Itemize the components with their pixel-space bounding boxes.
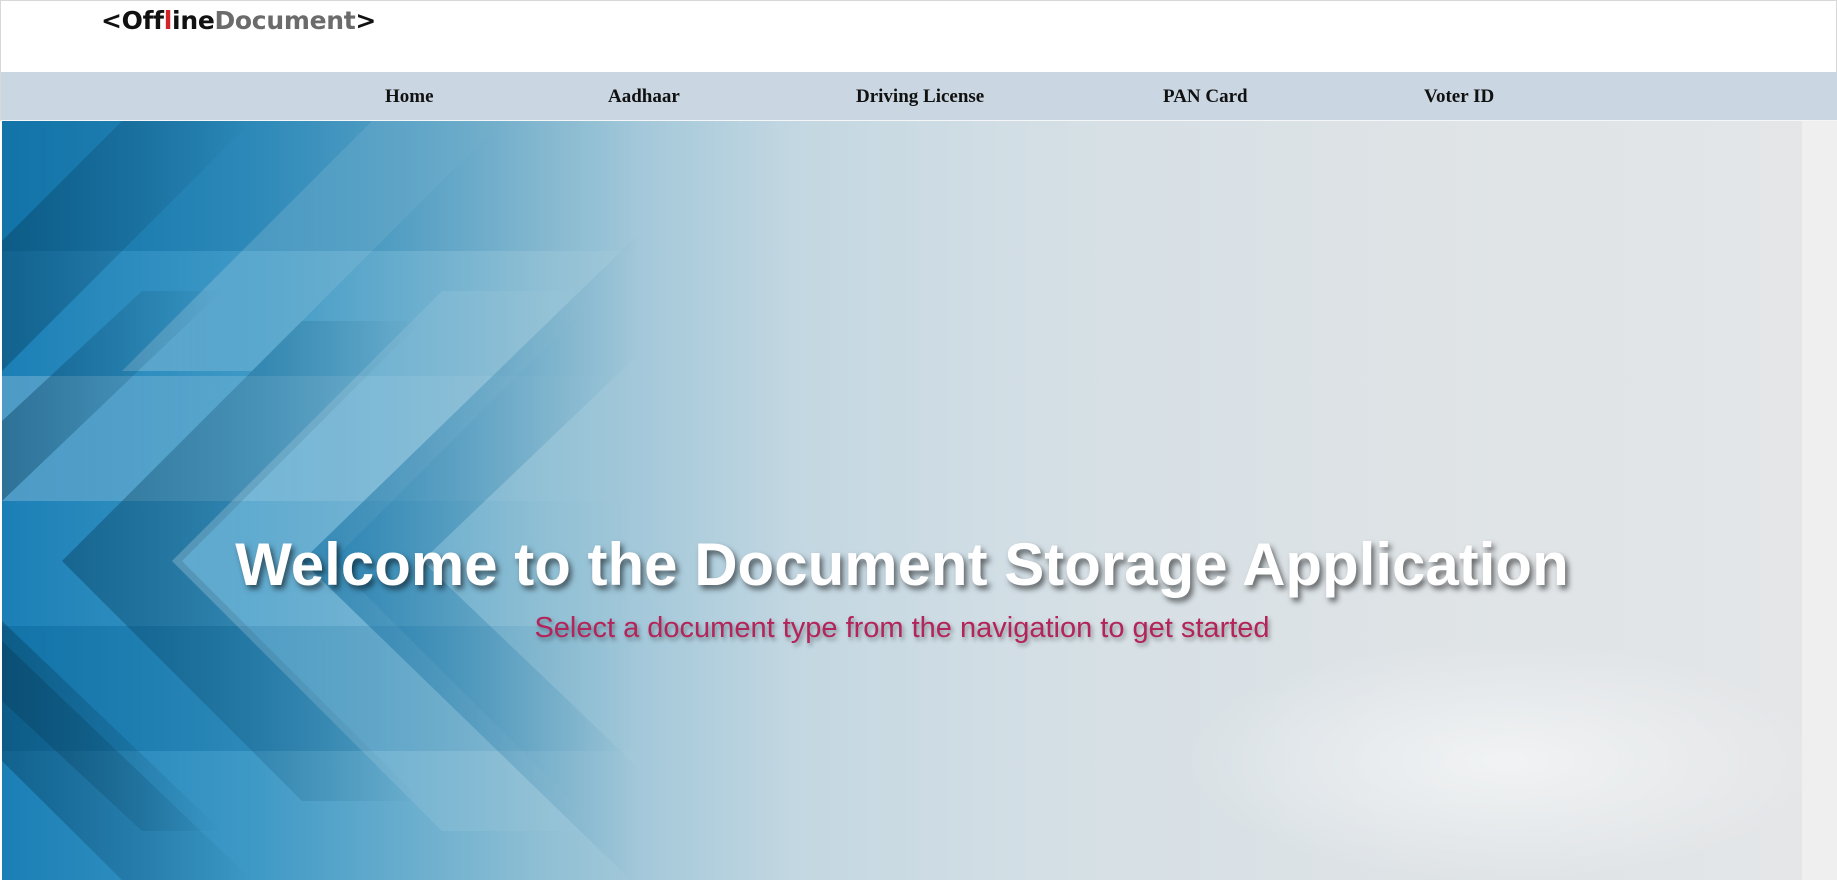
logo[interactable]: <OfflineDocument> [101,6,376,36]
hero-banner: Welcome to the Document Storage Applicat… [2,121,1802,880]
logo-text-red: l [163,6,173,35]
page-scroll-gutter [1802,121,1837,880]
hero-subtitle: Select a document type from the navigati… [534,612,1270,644]
nav-link-voter-id[interactable]: Voter ID [1424,86,1494,108]
hero-content: Welcome to the Document Storage Applicat… [2,121,1802,880]
logo-text-dark-2: ine [172,6,215,35]
navbar: Home Aadhaar Driving License PAN Card Vo… [0,72,1837,121]
nav-link-home[interactable]: Home [385,86,434,108]
nav-link-pan-card[interactable]: PAN Card [1163,86,1248,108]
page: <OfflineDocument> Home Aadhaar Driving L… [0,0,1837,880]
logo-text-bracket: > [355,6,377,35]
hero-title: Welcome to the Document Storage Applicat… [235,531,1569,598]
nav-link-driving-license[interactable]: Driving License [856,86,984,108]
header: <OfflineDocument> [0,0,1837,72]
logo-text-dark: <Off [101,6,164,35]
nav-link-aadhaar[interactable]: Aadhaar [608,86,680,108]
logo-text-gray: Document [214,6,356,35]
